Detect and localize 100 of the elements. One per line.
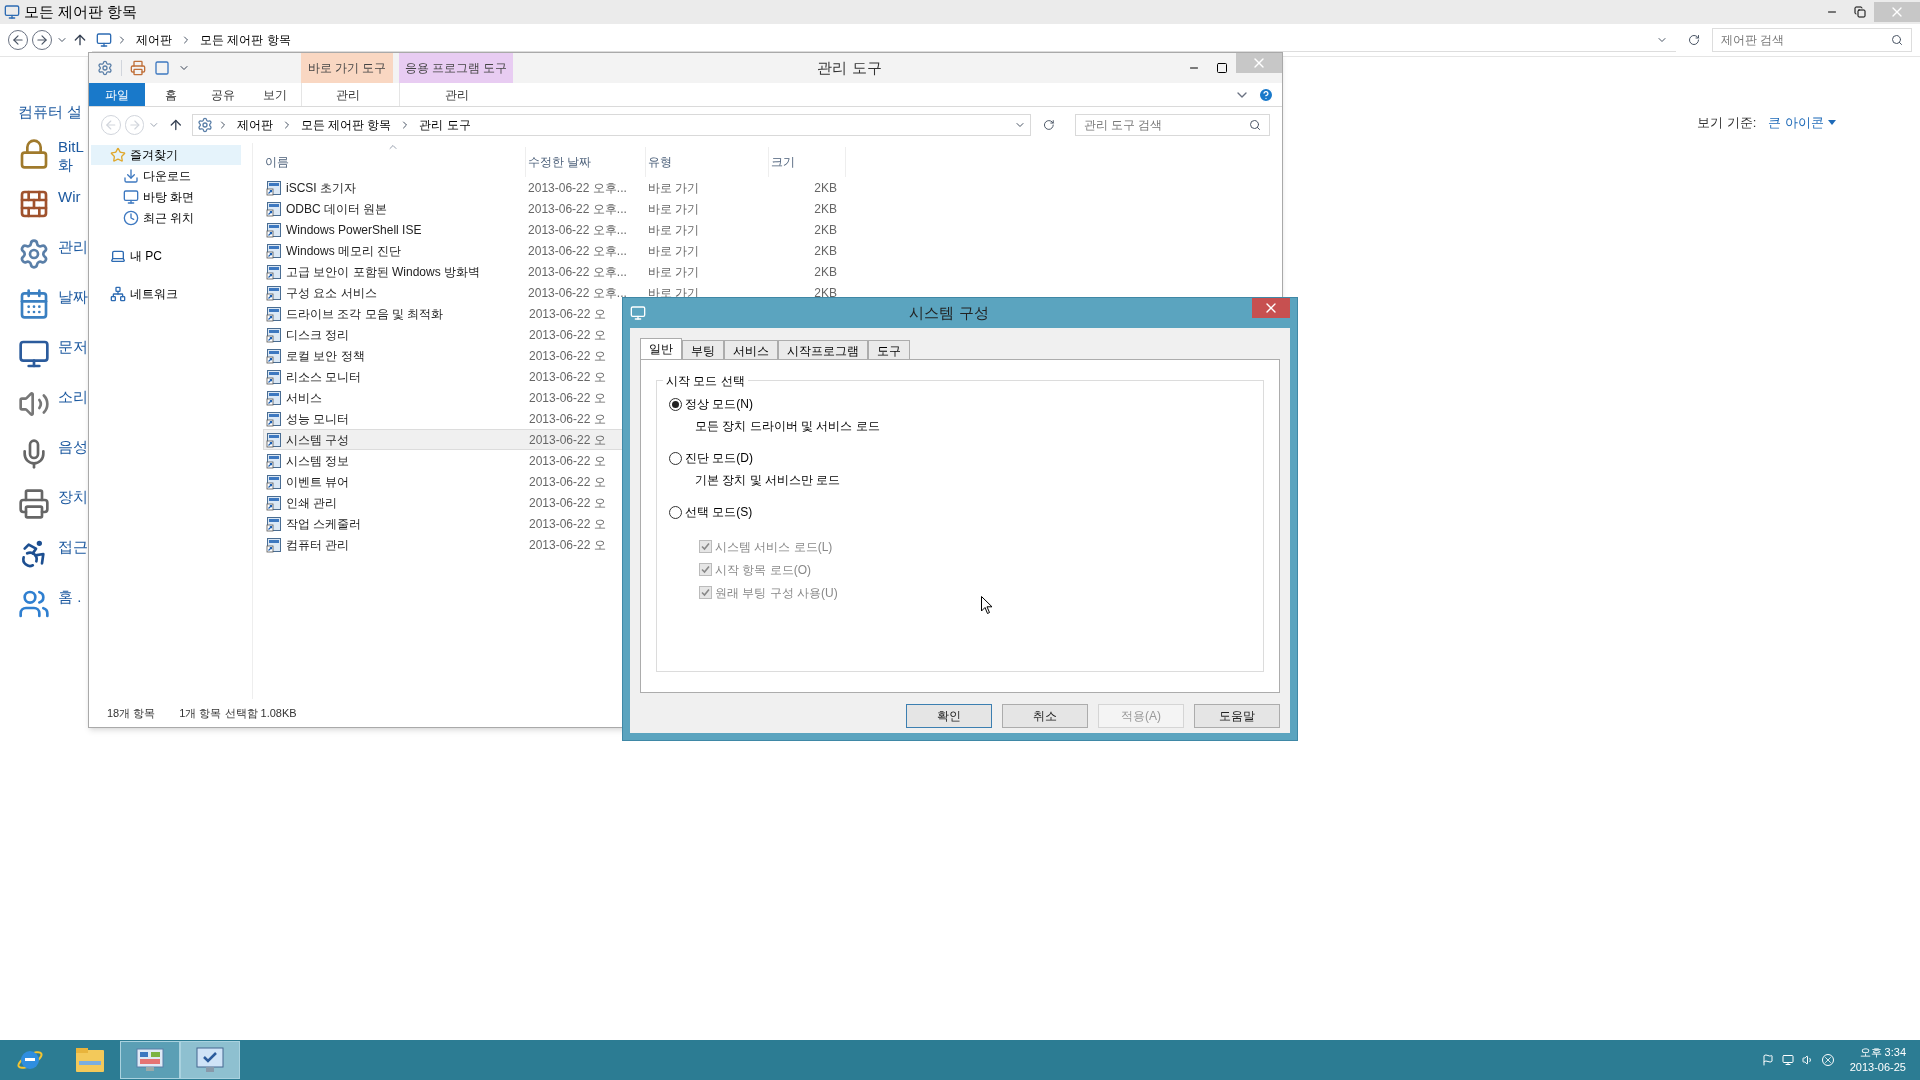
nav-item[interactable]: 다운로드	[91, 165, 241, 186]
file-row[interactable]: iSCSI 초기자 2013-06-22 오후... 바로 가기 2KB	[263, 177, 846, 198]
new-folder-button[interactable]	[154, 60, 170, 76]
ribbon-tab[interactable]: 관리	[399, 83, 513, 106]
breadcrumb-item[interactable]: 제어판	[132, 30, 176, 49]
item-link[interactable]: 날짜	[58, 287, 88, 306]
taskbar-app[interactable]	[120, 1041, 180, 1079]
file-name: 리소스 모니터	[286, 368, 362, 386]
desktop-icon	[123, 188, 139, 205]
clock[interactable]: 오후 3:34 2013-06-25	[1849, 1045, 1906, 1075]
ribbon-tab[interactable]: 홈	[145, 83, 197, 106]
nav-item[interactable]: 바탕 화면	[91, 186, 241, 207]
file-row[interactable]: Windows PowerShell ISE 2013-06-22 오후... 바로 가기 2KB	[263, 219, 846, 240]
network-icon[interactable]	[1781, 1054, 1794, 1066]
properties-button[interactable]	[130, 60, 146, 76]
modified-date: 2013-06-22 오	[528, 494, 607, 512]
refresh-button[interactable]	[1043, 119, 1055, 131]
modified-date: 2013-06-22 오	[528, 515, 607, 533]
file-row[interactable]: 고급 보안이 포함된 Windows 방화벽 2013-06-22 오후... 바로 가기 2KB	[263, 261, 846, 282]
file-row[interactable]: ODBC 데이터 원본 2013-06-22 오후... 바로 가기 2KB	[263, 198, 846, 219]
breadcrumb-item[interactable]: 제어판	[232, 116, 277, 134]
item-link[interactable]: 소리	[58, 387, 88, 406]
help-icon[interactable]	[1258, 86, 1274, 103]
column-header[interactable]: 유형	[646, 147, 769, 177]
ribbon-tab[interactable]: 공유	[197, 83, 249, 106]
breadcrumb-item[interactable]: 관리 도구	[415, 116, 475, 134]
column-header[interactable]: 이름	[263, 147, 526, 177]
calendar-icon	[18, 287, 50, 320]
dialog-button[interactable]: 확인	[906, 704, 992, 728]
ribbon-tab[interactable]: 관리	[301, 83, 393, 106]
radio-option[interactable]: 선택 모드(S)	[669, 503, 1263, 521]
refresh-button[interactable]	[1688, 34, 1700, 46]
file-name: Windows 메모리 진단	[286, 242, 402, 260]
dialog-tab[interactable]: 서비스	[724, 340, 778, 360]
item-link[interactable]: 문저	[58, 337, 88, 356]
nav-item[interactable]: 내 PC	[91, 246, 241, 266]
page-heading: 컴퓨터 설	[18, 102, 84, 122]
file-size: 2KB	[813, 284, 838, 302]
file-name: 시스템 정보	[286, 452, 350, 470]
file-size: 2KB	[813, 221, 838, 239]
shortcut-icon	[266, 536, 282, 553]
file-name: 디스크 정리	[286, 326, 350, 344]
dialog-button[interactable]: 취소	[1002, 704, 1088, 728]
breadcrumb-item[interactable]: 모든 제어판 항목	[196, 30, 295, 49]
search-field[interactable]: 관리 도구 검색	[1074, 114, 1271, 136]
nav-item[interactable]: 최근 위치	[91, 207, 241, 228]
dialog-tab[interactable]: 일반	[640, 338, 682, 360]
shortcut-icon	[266, 389, 282, 406]
item-link[interactable]: 장치	[58, 487, 88, 506]
item-link[interactable]: Wir	[58, 187, 81, 206]
column-header[interactable]: 크기	[769, 147, 846, 177]
file-type: 바로 가기	[646, 263, 700, 281]
action-center-icon[interactable]	[1761, 1054, 1774, 1066]
file-name: 작업 스케줄러	[286, 515, 362, 533]
shortcut-icon	[266, 263, 282, 280]
item-link[interactable]: 홈 .	[58, 587, 82, 606]
printer-icon	[18, 487, 50, 520]
item-link[interactable]: 음성	[58, 437, 88, 456]
status-text: 1개 항목 선택함 1.08KB	[179, 705, 297, 721]
dialog-tab[interactable]: 부팅	[682, 340, 724, 360]
ribbon-tab[interactable]: 보기	[249, 83, 301, 106]
modified-date: 2013-06-22 오	[528, 536, 607, 554]
taskbar-app[interactable]	[180, 1041, 240, 1079]
close-button[interactable]	[1252, 298, 1290, 318]
dialog-tab[interactable]: 시작프로그램	[778, 340, 868, 360]
nav-item[interactable]: 즐겨찾기	[91, 145, 241, 165]
context-tab-header: 응용 프로그램 도구	[399, 53, 513, 83]
address-bar[interactable]: 제어판 모든 제어판 항목 관리 도구	[191, 114, 1032, 136]
dialog-button[interactable]: 도움말	[1194, 704, 1280, 728]
radio-option[interactable]: 진단 모드(D)	[669, 449, 1263, 467]
modified-date: 2013-06-22 오	[528, 473, 607, 491]
radio-option[interactable]: 정상 모드(N)	[669, 395, 1263, 413]
dialog-tab[interactable]: 도구	[868, 340, 910, 360]
search-field[interactable]: 제어판 검색	[1712, 28, 1912, 52]
download-icon	[123, 167, 139, 184]
status-text: 18개 항목	[107, 705, 156, 721]
column-header[interactable]: 수정한 날짜	[526, 147, 646, 177]
monitor-icon	[96, 31, 112, 48]
shortcut-icon	[266, 284, 282, 301]
item-link[interactable]: 관리	[58, 237, 88, 256]
shortcut-icon	[266, 452, 282, 469]
breadcrumb-item[interactable]: 모든 제어판 항목	[296, 116, 396, 134]
ribbon-tab[interactable]: 파일	[89, 83, 145, 106]
file-name: iSCSI 초기자	[286, 179, 356, 197]
gear-icon	[196, 117, 213, 133]
modified-date: 2013-06-22 오	[528, 347, 607, 365]
window-title: 관리 도구	[816, 57, 883, 78]
volume-icon[interactable]	[1801, 1054, 1814, 1066]
nav-item[interactable]: 네트워크	[91, 284, 241, 304]
shortcut-icon	[266, 431, 282, 448]
file-row[interactable]: Windows 메모리 진단 2013-06-22 오후... 바로 가기 2KB	[263, 240, 846, 261]
network-icon	[110, 286, 126, 302]
up-button[interactable]	[72, 32, 88, 48]
clock-icon	[123, 209, 139, 226]
shortcut-icon	[266, 326, 282, 343]
item-link[interactable]: 접근	[58, 537, 88, 556]
view-by-dropdown[interactable]: 큰 아이콘	[1768, 113, 1836, 133]
modified-date: 2013-06-22 오	[528, 431, 607, 449]
star-icon	[110, 147, 126, 163]
item-link[interactable]: BitL 화	[58, 137, 84, 174]
